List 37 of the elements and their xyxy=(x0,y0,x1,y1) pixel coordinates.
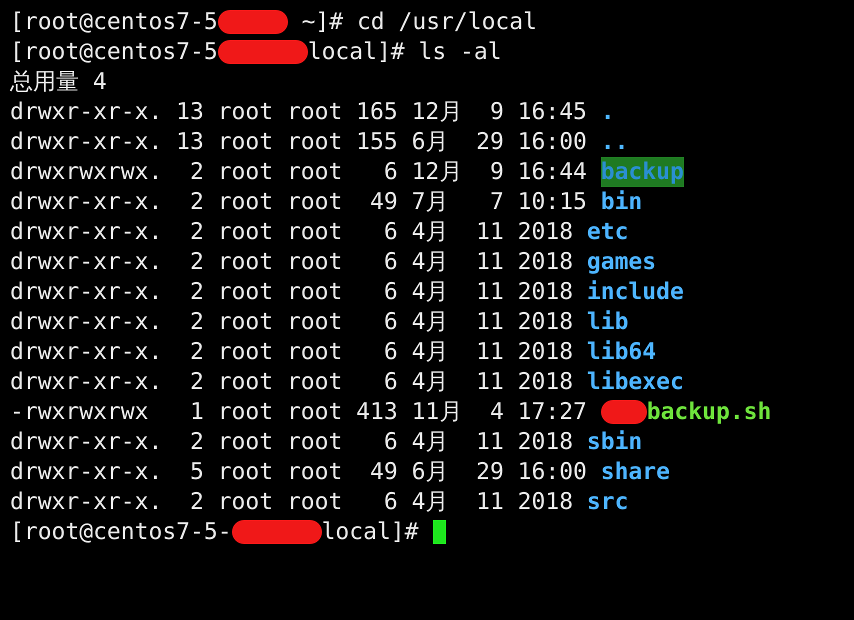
redaction-mark xyxy=(218,10,288,34)
file-name: include xyxy=(586,278,684,307)
file-name: libexec xyxy=(586,368,684,397)
file-info-text: drwxr-xr-x. 2 root root 6 4月 11 2018 xyxy=(10,308,574,337)
file-info-text: drwxr-xr-x. 2 root root 6 4月 11 2018 xyxy=(10,338,574,367)
file-info-text: drwxr-xr-x. 2 root root 6 4月 11 2018 xyxy=(10,278,574,307)
command-text: local]# xyxy=(322,518,418,547)
file-name: src xyxy=(586,488,628,517)
file-name: backup.sh xyxy=(646,398,772,427)
file-name: sbin xyxy=(586,428,642,457)
file-info-text: drwxr-xr-x. 2 root root 6 4月 11 2018 xyxy=(10,218,574,247)
prompt-text: [root@centos7-5- xyxy=(10,518,232,547)
file-name: share xyxy=(600,458,670,487)
file-name: games xyxy=(586,248,656,277)
output-text: 总用量 4 xyxy=(10,68,107,97)
prompt-text: [root@centos7-5 xyxy=(10,38,218,67)
file-info-text: drwxr-xr-x. 2 root root 6 4月 11 2018 xyxy=(10,368,574,397)
file-info-text: drwxr-xr-x. 13 root root 165 12月 9 16:45 xyxy=(10,98,588,127)
file-name: lib64 xyxy=(586,338,656,367)
file-info-text: drwxr-xr-x. 5 root root 49 6月 29 16:00 xyxy=(10,458,588,487)
file-name: lib xyxy=(586,308,628,337)
command-text: ~]# cd /usr/local xyxy=(300,8,537,37)
file-name: .. xyxy=(600,128,628,157)
file-info-text: drwxr-xr-x. 2 root root 6 4月 11 2018 xyxy=(10,488,574,517)
command-text: local]# ls -al xyxy=(308,38,502,67)
file-info-text: drwxrwxrwx. 2 root root 6 12月 9 16:44 xyxy=(10,158,588,187)
terminal-cursor xyxy=(432,520,446,544)
file-info-text: -rwxrwxrwx 1 root root 413 11月 4 17:27 xyxy=(10,398,588,427)
file-name: etc xyxy=(586,218,628,247)
file-name: . xyxy=(600,98,615,127)
file-name: bin xyxy=(600,188,642,217)
file-info-text: drwxr-xr-x. 2 root root 6 4月 11 2018 xyxy=(10,248,574,277)
file-name: backup xyxy=(600,158,684,187)
prompt-text: [root@centos7-5 xyxy=(10,8,218,37)
file-info-text: drwxr-xr-x. 13 root root 155 6月 29 16:00 xyxy=(10,128,588,157)
file-info-text: drwxr-xr-x. 2 root root 6 4月 11 2018 xyxy=(10,428,574,457)
file-info-text: drwxr-xr-x. 2 root root 49 7月 7 10:15 xyxy=(10,188,588,217)
